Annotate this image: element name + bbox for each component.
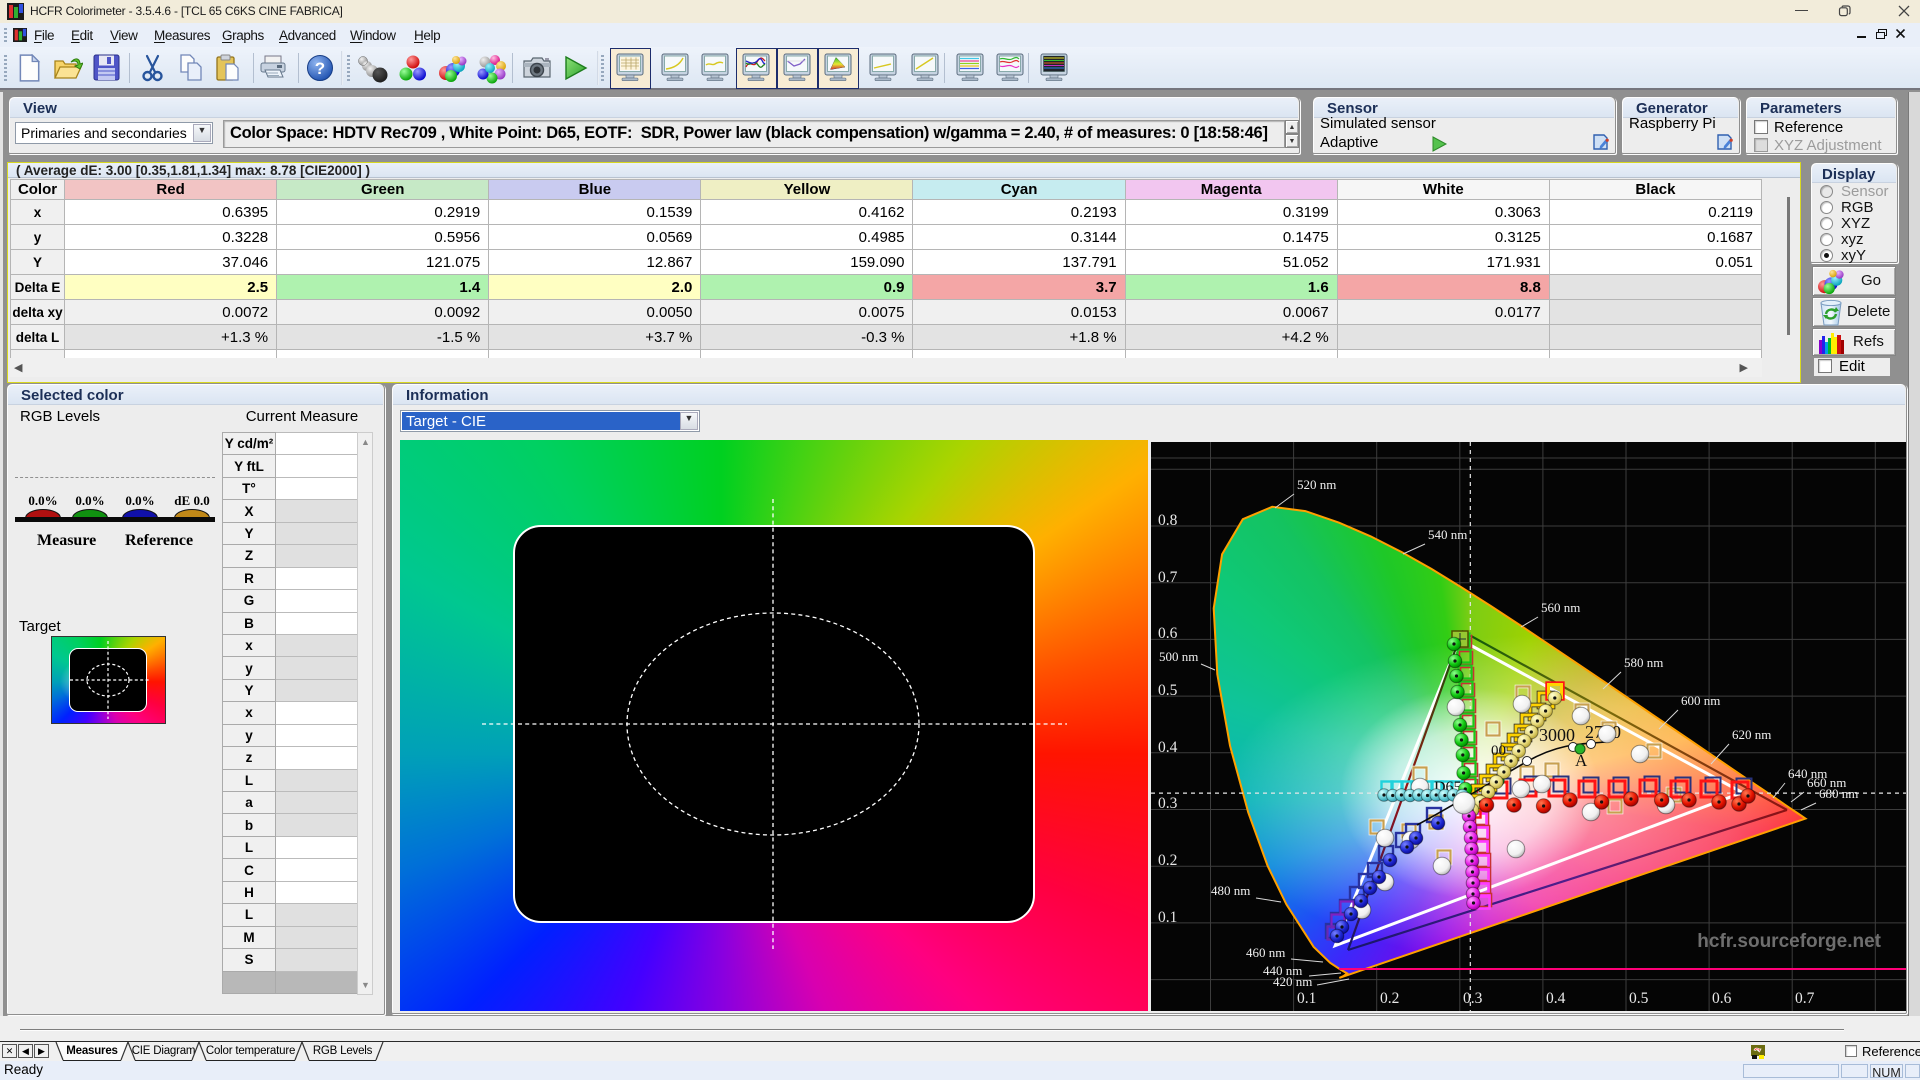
svg-text:0.1: 0.1 xyxy=(1297,990,1316,1007)
svg-text:hcfr.sourceforge.net: hcfr.sourceforge.net xyxy=(1697,931,1881,952)
svg-text:0.6: 0.6 xyxy=(1712,990,1732,1007)
svg-text:500 nm: 500 nm xyxy=(1159,649,1198,664)
svg-text:0.7: 0.7 xyxy=(1795,990,1815,1007)
svg-text:540 nm: 540 nm xyxy=(1428,527,1467,542)
svg-text:420 nm: 420 nm xyxy=(1273,974,1312,989)
svg-text:620 nm: 620 nm xyxy=(1732,727,1771,742)
svg-text:0.1: 0.1 xyxy=(1158,909,1177,926)
svg-text:580 nm: 580 nm xyxy=(1624,655,1663,670)
svg-text:0.2: 0.2 xyxy=(1380,990,1399,1007)
svg-text:0.3: 0.3 xyxy=(1463,990,1483,1007)
svg-text:0.4: 0.4 xyxy=(1158,739,1178,756)
svg-text:00: 00 xyxy=(1491,743,1506,759)
svg-text:600 nm: 600 nm xyxy=(1681,693,1720,708)
svg-text:0.5: 0.5 xyxy=(1158,682,1178,699)
svg-text:680 nm: 680 nm xyxy=(1819,786,1858,801)
svg-text:0.4: 0.4 xyxy=(1546,990,1566,1007)
svg-text:0.5: 0.5 xyxy=(1629,990,1649,1007)
svg-text:460 nm: 460 nm xyxy=(1246,945,1285,960)
svg-text:0.8: 0.8 xyxy=(1158,512,1178,529)
svg-text:560 nm: 560 nm xyxy=(1541,600,1580,615)
svg-text:3000: 3000 xyxy=(1539,725,1575,745)
svg-text:?: ? xyxy=(315,59,325,78)
svg-text:480 nm: 480 nm xyxy=(1211,883,1250,898)
svg-text:520 nm: 520 nm xyxy=(1297,477,1336,492)
svg-text:0.7: 0.7 xyxy=(1158,569,1178,586)
svg-text:0.2: 0.2 xyxy=(1158,852,1177,869)
svg-text:0.6: 0.6 xyxy=(1158,625,1178,642)
svg-text:0.3: 0.3 xyxy=(1158,795,1178,812)
